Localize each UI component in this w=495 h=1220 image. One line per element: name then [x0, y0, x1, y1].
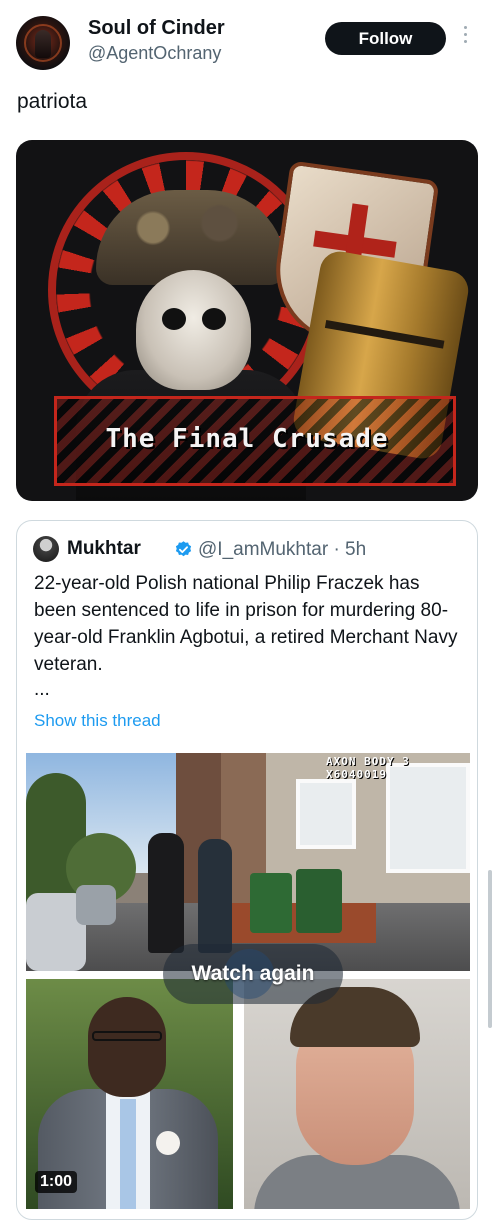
- tweet-image[interactable]: The Final Crusade: [16, 140, 478, 501]
- follow-button[interactable]: Follow: [325, 22, 446, 55]
- photo-buttonhole-flower: [156, 1131, 180, 1155]
- watch-again-label: Watch again: [191, 962, 315, 985]
- tweet-text: patriota: [17, 90, 88, 113]
- author-handle[interactable]: @AgentOchrany: [88, 43, 221, 64]
- watch-again-button[interactable]: Watch again: [163, 944, 343, 1004]
- verified-badge-icon: [175, 541, 192, 557]
- photo-tie: [120, 1099, 136, 1209]
- frame-bin: [250, 873, 292, 933]
- author-avatar[interactable]: [16, 16, 70, 70]
- video-frame-mugshot: [244, 979, 470, 1209]
- frame-man: [198, 839, 232, 953]
- photo-head: [88, 997, 166, 1097]
- quoted-tweet-text: 22-year-old Polish national Philip Fracz…: [34, 573, 458, 675]
- quoted-author-avatar: [33, 536, 59, 562]
- author-display-name[interactable]: Soul of Cinder: [88, 17, 225, 40]
- show-thread-link[interactable]: Show this thread: [34, 711, 161, 731]
- frame-officer: [148, 833, 184, 953]
- bodycam-label: AXON BODY 3 X6040019: [326, 755, 410, 781]
- video-duration-badge: 1:00: [35, 1171, 78, 1193]
- skull-eye-right: [202, 308, 226, 330]
- frame-bin: [296, 869, 342, 933]
- quoted-text-ellipsis: ...: [34, 679, 50, 700]
- image-skull-mask: [136, 270, 251, 390]
- frame-car: [76, 885, 116, 925]
- video-frame-bodycam: AXON BODY 3 X6040019: [26, 753, 470, 971]
- helm-visor: [324, 319, 445, 349]
- quoted-handle-time: @I_amMukhtar · 5h: [198, 539, 367, 560]
- avatar-figure: [35, 30, 51, 58]
- photo-glasses: [92, 1031, 162, 1041]
- quoted-tweet[interactable]: Mukhtar @I_amMukhtar · 5h 22-year-old Po…: [16, 520, 478, 1220]
- image-caption: The Final Crusade: [105, 424, 389, 454]
- frame-window: [296, 779, 356, 849]
- quoted-author-name: Mukhtar: [67, 538, 141, 559]
- page-scrollbar[interactable]: [488, 870, 492, 1028]
- more-vertical-icon[interactable]: [460, 26, 470, 48]
- skull-eye-left: [162, 308, 186, 330]
